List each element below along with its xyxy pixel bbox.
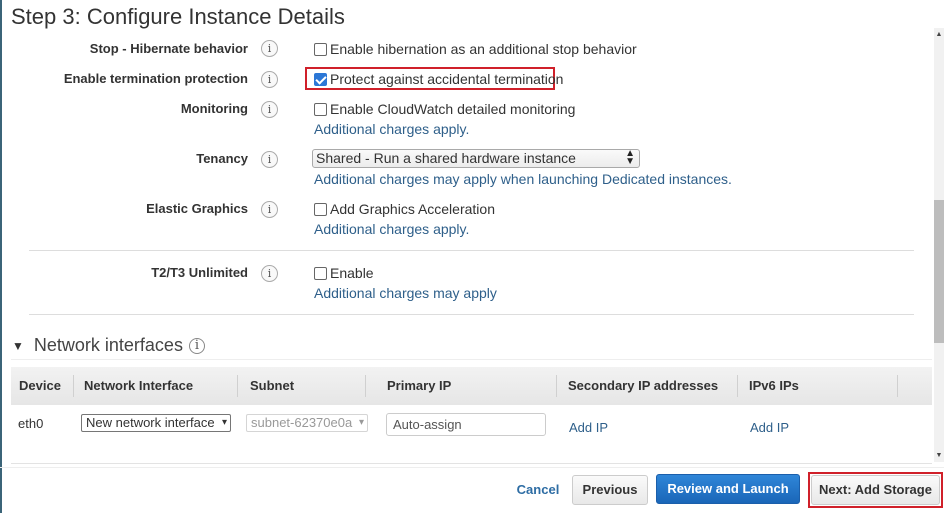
network-interfaces-title: Network interfaces: [33, 335, 183, 355]
elastic-graphics-row[interactable]: Add Graphics Acceleration: [314, 201, 495, 217]
column-separator: [237, 375, 238, 397]
primary-ip-input[interactable]: [386, 413, 546, 436]
elastic-graphics-checkbox[interactable]: [314, 202, 327, 216]
column-separator: [365, 375, 366, 397]
tenancy-select-value: Shared - Run a shared hardware instance: [316, 150, 576, 166]
network-interface-select[interactable]: New network interface ▾: [81, 414, 231, 432]
column-header-primary-ip: Primary IP: [387, 378, 452, 393]
hibernate-checkbox-label: Enable hibernation as an additional stop…: [330, 41, 637, 57]
label-hibernate: Stop - Hibernate behavior: [89, 41, 248, 56]
tenancy-charges-link[interactable]: Additional charges may apply when launch…: [314, 171, 732, 187]
network-interfaces-header[interactable]: ▼ Network interfaces i: [12, 335, 205, 356]
label-termination-protection: Enable termination protection: [63, 71, 248, 86]
t2t3-unlimited-checkbox-label: Enable: [330, 265, 374, 281]
column-header-network-interface: Network Interface: [84, 378, 194, 393]
info-icon[interactable]: i: [261, 71, 278, 88]
network-interface-select-value: New network interface: [86, 415, 215, 430]
scrollbar-thumb[interactable]: [934, 200, 944, 343]
divider: [29, 314, 914, 315]
column-separator: [737, 375, 738, 397]
label-monitoring: Monitoring: [180, 101, 248, 116]
divider: [11, 359, 932, 360]
info-icon[interactable]: i: [261, 101, 278, 118]
monitoring-charges-link[interactable]: Additional charges apply.: [314, 121, 469, 137]
device-cell: eth0: [18, 416, 44, 431]
previous-button[interactable]: Previous: [572, 475, 648, 505]
label-tenancy: Tenancy: [196, 151, 248, 166]
t2t3-charges-link[interactable]: Additional charges may apply: [314, 285, 497, 301]
termination-protection-label: Protect against accidental termination: [330, 71, 564, 87]
scroll-down-arrow-icon[interactable]: ▼: [934, 452, 944, 459]
chevron-down-icon: ▾: [219, 415, 227, 431]
hibernate-checkbox-row[interactable]: Enable hibernation as an additional stop…: [314, 41, 637, 57]
column-separator: [73, 375, 74, 397]
review-and-launch-button[interactable]: Review and Launch: [656, 474, 800, 504]
hibernate-checkbox[interactable]: [314, 42, 327, 56]
info-icon[interactable]: i: [261, 201, 278, 218]
monitoring-checkbox-label: Enable CloudWatch detailed monitoring: [330, 101, 576, 117]
monitoring-row[interactable]: Enable CloudWatch detailed monitoring: [314, 101, 575, 117]
footer-divider: [0, 467, 944, 468]
label-t2t3-unlimited: T2/T3 Unlimited: [151, 265, 248, 280]
column-separator: [556, 375, 557, 397]
info-icon[interactable]: i: [261, 151, 278, 168]
label-elastic-graphics: Elastic Graphics: [146, 201, 248, 216]
table-bottom-border: [11, 463, 932, 464]
add-secondary-ip-link[interactable]: Add IP: [569, 420, 608, 435]
chevron-down-icon: ▾: [356, 415, 364, 431]
cancel-button[interactable]: Cancel: [508, 475, 568, 505]
info-icon[interactable]: i: [261, 265, 278, 282]
column-header-ipv6: IPv6 IPs: [749, 378, 799, 393]
subnet-select-value: subnet-62370e0a: [251, 415, 353, 430]
info-icon[interactable]: i: [261, 40, 278, 57]
network-table-header: Device Network Interface Subnet Primary …: [11, 367, 932, 405]
t2t3-unlimited-checkbox[interactable]: [314, 266, 327, 280]
info-icon[interactable]: i: [188, 337, 205, 354]
tenancy-select[interactable]: Shared - Run a shared hardware instance …: [312, 149, 640, 168]
updown-arrows-icon: ▲ ▼: [625, 148, 635, 167]
caret-down-icon[interactable]: ▼: [12, 339, 24, 353]
add-ipv6-link[interactable]: Add IP: [750, 420, 789, 435]
page-title: Step 3: Configure Instance Details: [11, 4, 345, 29]
subnet-select: subnet-62370e0a ▾: [246, 414, 368, 432]
t2t3-unlimited-row[interactable]: Enable: [314, 265, 374, 281]
column-header-subnet: Subnet: [250, 378, 295, 393]
divider: [29, 250, 914, 251]
termination-protection-checkbox[interactable]: [314, 72, 327, 86]
next-add-storage-button[interactable]: Next: Add Storage: [811, 475, 940, 505]
elastic-graphics-checkbox-label: Add Graphics Acceleration: [330, 201, 495, 217]
column-header-device: Device: [19, 378, 61, 393]
column-separator: [897, 375, 898, 397]
monitoring-checkbox[interactable]: [314, 102, 327, 116]
elastic-graphics-charges-link[interactable]: Additional charges apply.: [314, 221, 469, 237]
scroll-up-arrow-icon[interactable]: ▲: [934, 31, 944, 38]
termination-protection-row[interactable]: Protect against accidental termination: [314, 71, 563, 87]
column-header-secondary-ip: Secondary IP addresses: [568, 378, 719, 393]
